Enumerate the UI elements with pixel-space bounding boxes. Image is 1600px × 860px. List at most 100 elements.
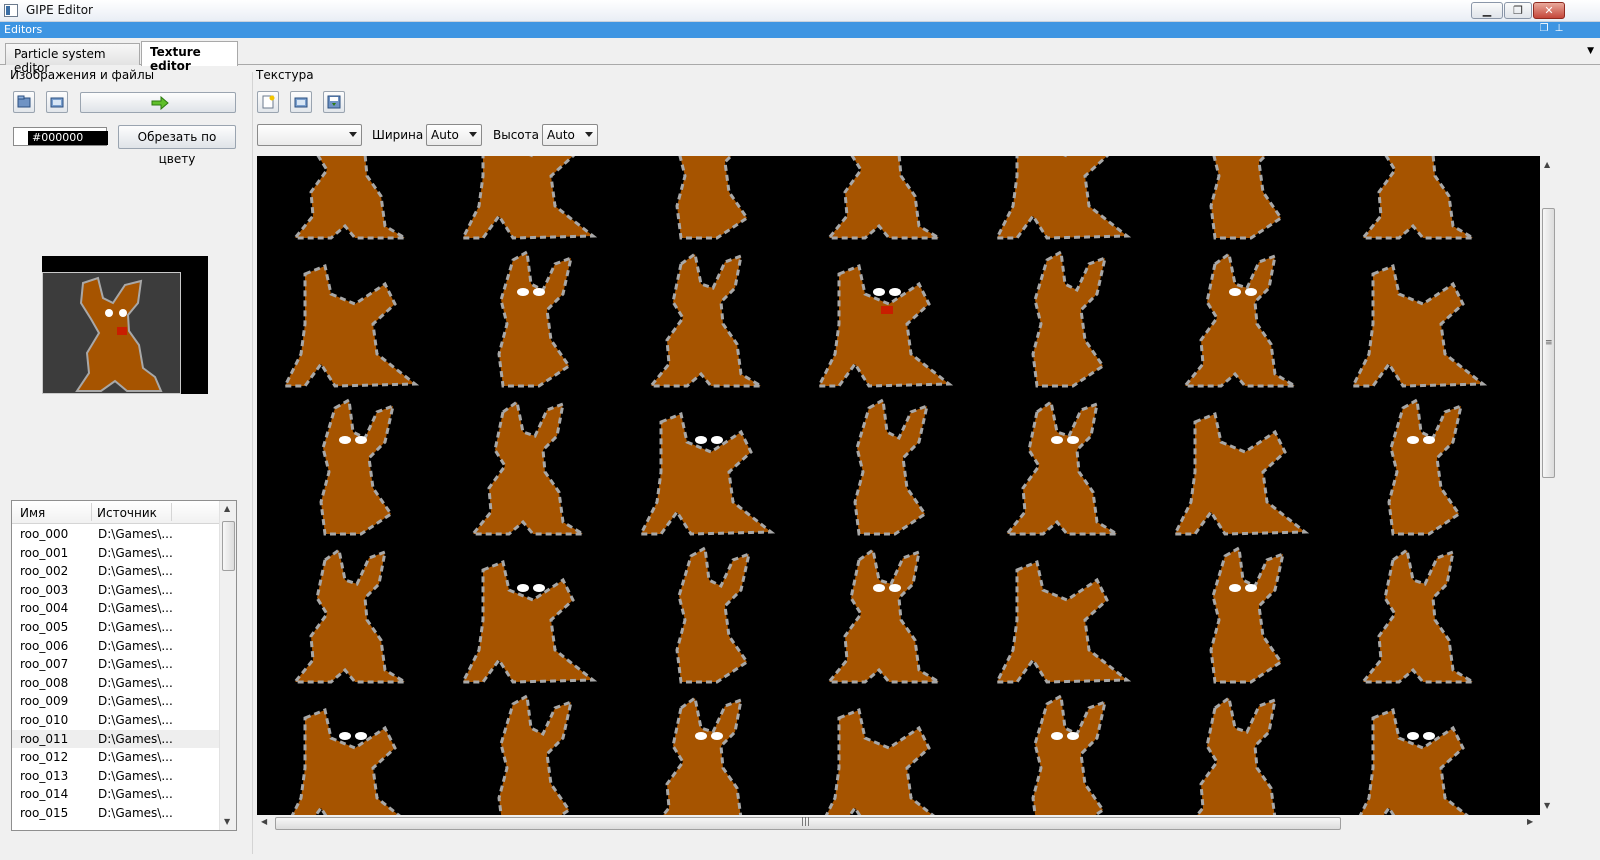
file-source: D:\Games\...	[98, 564, 173, 579]
open-folder-button[interactable]	[46, 91, 68, 113]
texture-panel-title: Текстура	[256, 68, 314, 82]
sprite-frame	[1195, 695, 1277, 815]
tab-particle-system-editor[interactable]: Particle system editor	[5, 43, 140, 75]
file-name: roo_008	[20, 675, 69, 690]
close-button[interactable]: ✕	[1533, 2, 1565, 19]
window-titlebar: GIPE Editor ▁ ❐ ✕	[0, 0, 1600, 22]
new-texture-button[interactable]	[257, 91, 279, 113]
sprite-frame	[853, 397, 930, 536]
column-source-header[interactable]: Источник	[97, 506, 157, 520]
column-name-header[interactable]: Имя	[20, 506, 45, 520]
file-name: roo_009	[20, 694, 69, 709]
sprite-frame	[282, 263, 420, 388]
maximize-button[interactable]: ❐	[1504, 2, 1532, 19]
scroll-up-icon[interactable]: ▲	[1544, 160, 1550, 169]
scroll-down-icon[interactable]: ▼	[224, 817, 230, 826]
file-list-scroll-thumb[interactable]	[222, 521, 235, 571]
dock-header: Editors ❐ ⊥	[0, 22, 1600, 38]
width-select-value: Auto	[431, 128, 459, 142]
width-label: Ширина	[372, 128, 424, 142]
sprite-frame	[290, 707, 401, 815]
height-select-value: Auto	[547, 128, 575, 142]
file-source: D:\Games\...	[98, 694, 173, 709]
save-icon	[327, 95, 341, 109]
color-field[interactable]: #000000	[13, 127, 108, 146]
chevron-down-icon	[349, 132, 357, 137]
tab-texture-editor[interactable]: Texture editor	[141, 41, 238, 73]
list-item[interactable]: roo_003 D:\Games\...	[12, 581, 220, 600]
app-icon	[4, 4, 18, 17]
column-divider[interactable]	[91, 503, 92, 521]
file-rows: roo_000 D:\Games\... roo_001 D:\Games\... …	[12, 525, 220, 823]
file-list-scrollbar[interactable]: ▲ ▼	[219, 501, 236, 830]
list-item[interactable]: roo_014 D:\Games\...	[12, 785, 220, 804]
file-source: D:\Games\...	[98, 768, 173, 783]
scroll-left-icon[interactable]: ◀	[261, 817, 267, 826]
open-texture-button[interactable]	[290, 91, 312, 113]
scroll-down-icon[interactable]: ▼	[1544, 801, 1550, 810]
list-item[interactable]: roo_008 D:\Games\...	[12, 674, 220, 693]
format-select[interactable]	[257, 124, 362, 146]
height-select[interactable]: Auto	[542, 124, 598, 146]
editor-tabs: Particle system editor Texture editor ▼	[0, 38, 1600, 75]
sprite-frame	[816, 263, 954, 388]
list-item-selected[interactable]: roo_011 D:\Games\...	[12, 729, 220, 749]
file-list[interactable]: Имя Источник roo_000 D:\Games\... roo_001…	[11, 500, 237, 831]
dock-float-icon[interactable]: ❐	[1538, 23, 1550, 35]
list-item[interactable]: roo_005 D:\Games\...	[12, 618, 220, 637]
sprite-frame	[647, 251, 767, 388]
file-source: D:\Games\...	[98, 787, 173, 802]
sprite-frame	[1359, 547, 1479, 684]
column-divider[interactable]	[171, 503, 172, 521]
new-file-icon	[262, 95, 275, 109]
list-item[interactable]: roo_001 D:\Games\...	[12, 544, 220, 563]
scroll-grip-icon: ≡	[1545, 338, 1553, 348]
sprite-frame	[319, 397, 396, 536]
tab-list-chevron-icon[interactable]: ▼	[1587, 46, 1594, 56]
list-item[interactable]: roo_012 D:\Games\...	[12, 748, 220, 767]
sprite-frame	[675, 545, 752, 684]
save-texture-button[interactable]	[323, 91, 345, 113]
file-name: roo_006	[20, 638, 69, 653]
sprite-frame	[994, 559, 1132, 684]
file-name: roo_010	[20, 712, 69, 727]
color-value: #000000	[28, 131, 108, 145]
list-item[interactable]: roo_007 D:\Games\...	[12, 655, 220, 674]
open-folder-icon	[294, 97, 308, 108]
file-name: roo_000	[20, 527, 69, 541]
sprite-frame	[291, 547, 411, 684]
file-name: roo_015	[20, 805, 69, 820]
file-name: roo_005	[20, 619, 69, 634]
file-source: D:\Games\...	[98, 675, 173, 690]
texture-canvas[interactable]	[257, 156, 1540, 815]
crop-by-color-button[interactable]: Обрезать по цвету	[118, 125, 236, 166]
list-item[interactable]: roo_013 D:\Games\...	[12, 767, 220, 786]
file-source: D:\Games\...	[98, 619, 173, 634]
scroll-right-icon[interactable]: ▶	[1527, 817, 1533, 826]
crop-by-color-label: Обрезать по цвету	[137, 130, 217, 166]
sprite-frame	[460, 156, 598, 240]
canvas-horizontal-scrollbar[interactable]: ◀ ||| ▶	[257, 815, 1540, 832]
panel-divider[interactable]	[252, 72, 253, 854]
list-item[interactable]: roo_006 D:\Games\...	[12, 637, 220, 656]
process-button[interactable]	[80, 92, 236, 113]
list-item[interactable]: roo_000 D:\Games\...	[12, 525, 220, 544]
canvas-vertical-scrollbar[interactable]: ▲ ≡ ▼	[1540, 156, 1557, 815]
arrow-right-icon	[151, 96, 169, 110]
file-source: D:\Games\...	[98, 527, 173, 541]
sprite-frame	[1359, 156, 1479, 240]
width-select[interactable]: Auto	[426, 124, 482, 146]
list-item[interactable]: roo_009 D:\Games\...	[12, 692, 220, 711]
file-source: D:\Games\...	[98, 805, 173, 820]
scroll-up-icon[interactable]: ▲	[224, 504, 230, 513]
list-item[interactable]: roo_002 D:\Games\...	[12, 562, 220, 581]
minimize-button[interactable]: ▁	[1471, 2, 1503, 19]
list-item[interactable]: roo_004 D:\Games\...	[12, 599, 220, 618]
list-item[interactable]: roo_010 D:\Games\...	[12, 711, 220, 730]
list-item[interactable]: roo_015 D:\Games\...	[12, 804, 220, 823]
open-file-icon	[17, 95, 31, 108]
file-name: roo_004	[20, 601, 69, 616]
open-file-button[interactable]	[13, 91, 35, 113]
dock-pin-icon[interactable]: ⊥	[1553, 23, 1565, 35]
file-source: D:\Games\...	[98, 731, 173, 746]
